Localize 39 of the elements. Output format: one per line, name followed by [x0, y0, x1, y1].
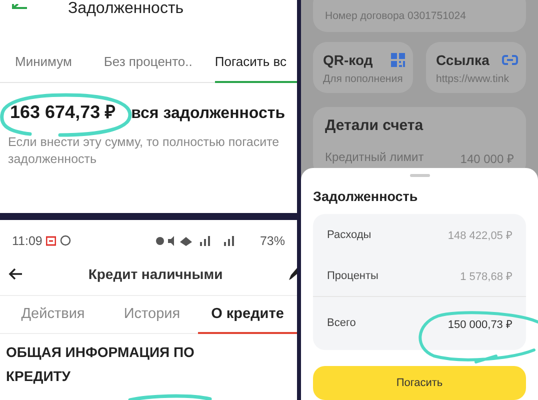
row-label: Проценты [327, 270, 378, 282]
contract-number: Номер договора 0301751024 [325, 10, 466, 22]
qr-code-icon [391, 53, 405, 67]
shortcut-subtitle: https://www.tink [436, 73, 510, 85]
total-value: 150 000,73 ₽ [448, 318, 512, 331]
debt-amount: 163 674,73 ₽ [10, 103, 116, 121]
shortcut-subtitle: Для пополнения [323, 73, 404, 85]
row-value: 1 578,68 ₽ [460, 270, 512, 284]
battery-percent: 73% [260, 234, 285, 248]
pay-button[interactable]: Погасить [313, 366, 526, 400]
sheet-title: Задолженность [313, 188, 419, 204]
app-notification-icon [46, 236, 56, 246]
link-icon [502, 54, 518, 66]
back-arrow-icon[interactable] [8, 268, 22, 280]
detail-value: 140 000 ₽ [460, 151, 514, 167]
hint-text: Если внести эту сумму, то полностью погасите задолженность [8, 134, 280, 168]
tab[interactable]: Действия [0, 306, 106, 334]
tab[interactable]: Минимум [15, 52, 104, 83]
row-label: Расходы [327, 228, 372, 241]
tab[interactable]: О кредите [198, 306, 297, 334]
tab[interactable]: Без проценто.. [104, 52, 215, 83]
detail-label: Кредитный лимит [325, 150, 424, 166]
section-heading: ОБЩАЯ ИНФОРМАЦИЯ ПО КРЕДИТУ [6, 343, 196, 386]
tab[interactable]: История [106, 306, 198, 334]
pencil-icon[interactable] [289, 268, 297, 280]
shortcut-title: QR-код [323, 52, 373, 68]
screen-title: Кредит наличными [87, 266, 224, 282]
details-title: Детали счета [325, 117, 424, 134]
total-label: Всего [327, 317, 356, 330]
screen-title: Задолженность [68, 0, 184, 18]
sheet-handle[interactable] [410, 174, 430, 177]
shortcut-card[interactable]: Ссылка https://www.tink [426, 42, 526, 93]
shortcut-title: Ссылка [436, 52, 490, 68]
status-time: 11:09 [12, 234, 42, 248]
shortcut-card[interactable]: QR-код Для пополнения [313, 42, 413, 93]
tab[interactable]: Погасить вс [214, 52, 297, 83]
debt-label: вся задолженность [131, 106, 286, 122]
row-value: 148 422,05 ₽ [448, 229, 512, 242]
chat-icon [60, 235, 72, 246]
